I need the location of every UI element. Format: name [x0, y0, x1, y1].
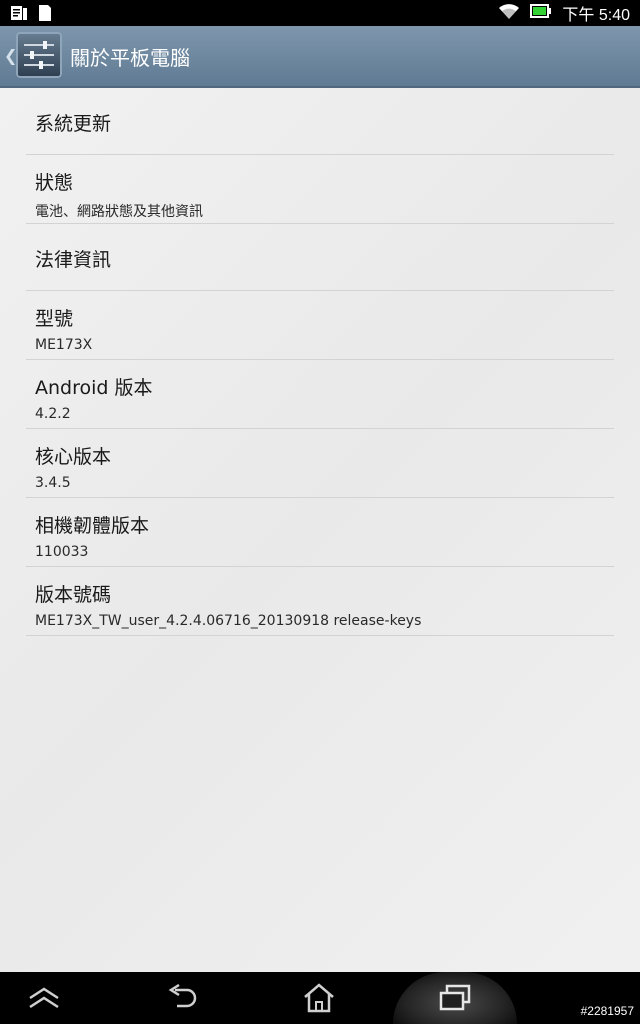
list-item-kernel-version[interactable]: 核心版本 3.4.5	[26, 429, 614, 498]
about-tablet-list: 系統更新 狀態 電池、網路狀態及其他資訊 法律資訊 型號 ME173X Andr…	[26, 88, 614, 636]
list-item-system-update[interactable]: 系統更新	[26, 88, 614, 155]
home-icon[interactable]	[289, 978, 349, 1018]
up-chevron-icon[interactable]	[14, 978, 74, 1018]
list-item-model[interactable]: 型號 ME173X	[26, 291, 614, 360]
list-item-title: 核心版本	[35, 446, 112, 468]
list-item-camera-firmware[interactable]: 相機韌體版本 110033	[26, 498, 614, 567]
settings-sliders-icon[interactable]	[16, 32, 62, 78]
status-time: 下午 5:40	[562, 7, 630, 24]
page-title: 關於平板電腦	[70, 46, 190, 70]
list-item-subtitle: ME173X_TW_user_4.2.4.06716_20130918 rele…	[35, 613, 422, 629]
list-item-title: 狀態	[35, 172, 74, 194]
list-item-status[interactable]: 狀態 電池、網路狀態及其他資訊	[26, 155, 614, 224]
sd-card-icon	[38, 4, 52, 26]
list-item-title: 型號	[35, 308, 74, 330]
list-item-title: Android 版本	[35, 377, 153, 399]
clipboard-battery-icon	[10, 4, 28, 26]
battery-icon	[530, 3, 552, 23]
list-item-subtitle: ME173X	[35, 337, 93, 353]
list-item-build-number[interactable]: 版本號碼 ME173X_TW_user_4.2.4.06716_20130918…	[26, 567, 614, 636]
action-bar: ❮ 關於平板電腦	[0, 26, 640, 88]
list-item-subtitle: 電池、網路狀態及其他資訊	[35, 204, 203, 220]
list-item-title: 系統更新	[35, 113, 112, 135]
list-item-android-version[interactable]: Android 版本 4.2.2	[26, 360, 614, 429]
status-bar: 下午 5:40	[0, 0, 640, 26]
wifi-icon	[498, 2, 520, 24]
watermark: #2281957	[580, 1004, 634, 1018]
list-item-subtitle: 110033	[35, 544, 89, 560]
list-item-title: 版本號碼	[35, 584, 112, 606]
list-item-subtitle: 4.2.2	[35, 406, 71, 422]
back-icon[interactable]	[152, 978, 212, 1018]
list-item-legal-info[interactable]: 法律資訊	[26, 224, 614, 291]
recents-icon[interactable]	[425, 978, 485, 1018]
list-item-title: 法律資訊	[35, 249, 112, 271]
list-item-subtitle: 3.4.5	[35, 475, 71, 491]
list-item-title: 相機韌體版本	[35, 515, 150, 537]
